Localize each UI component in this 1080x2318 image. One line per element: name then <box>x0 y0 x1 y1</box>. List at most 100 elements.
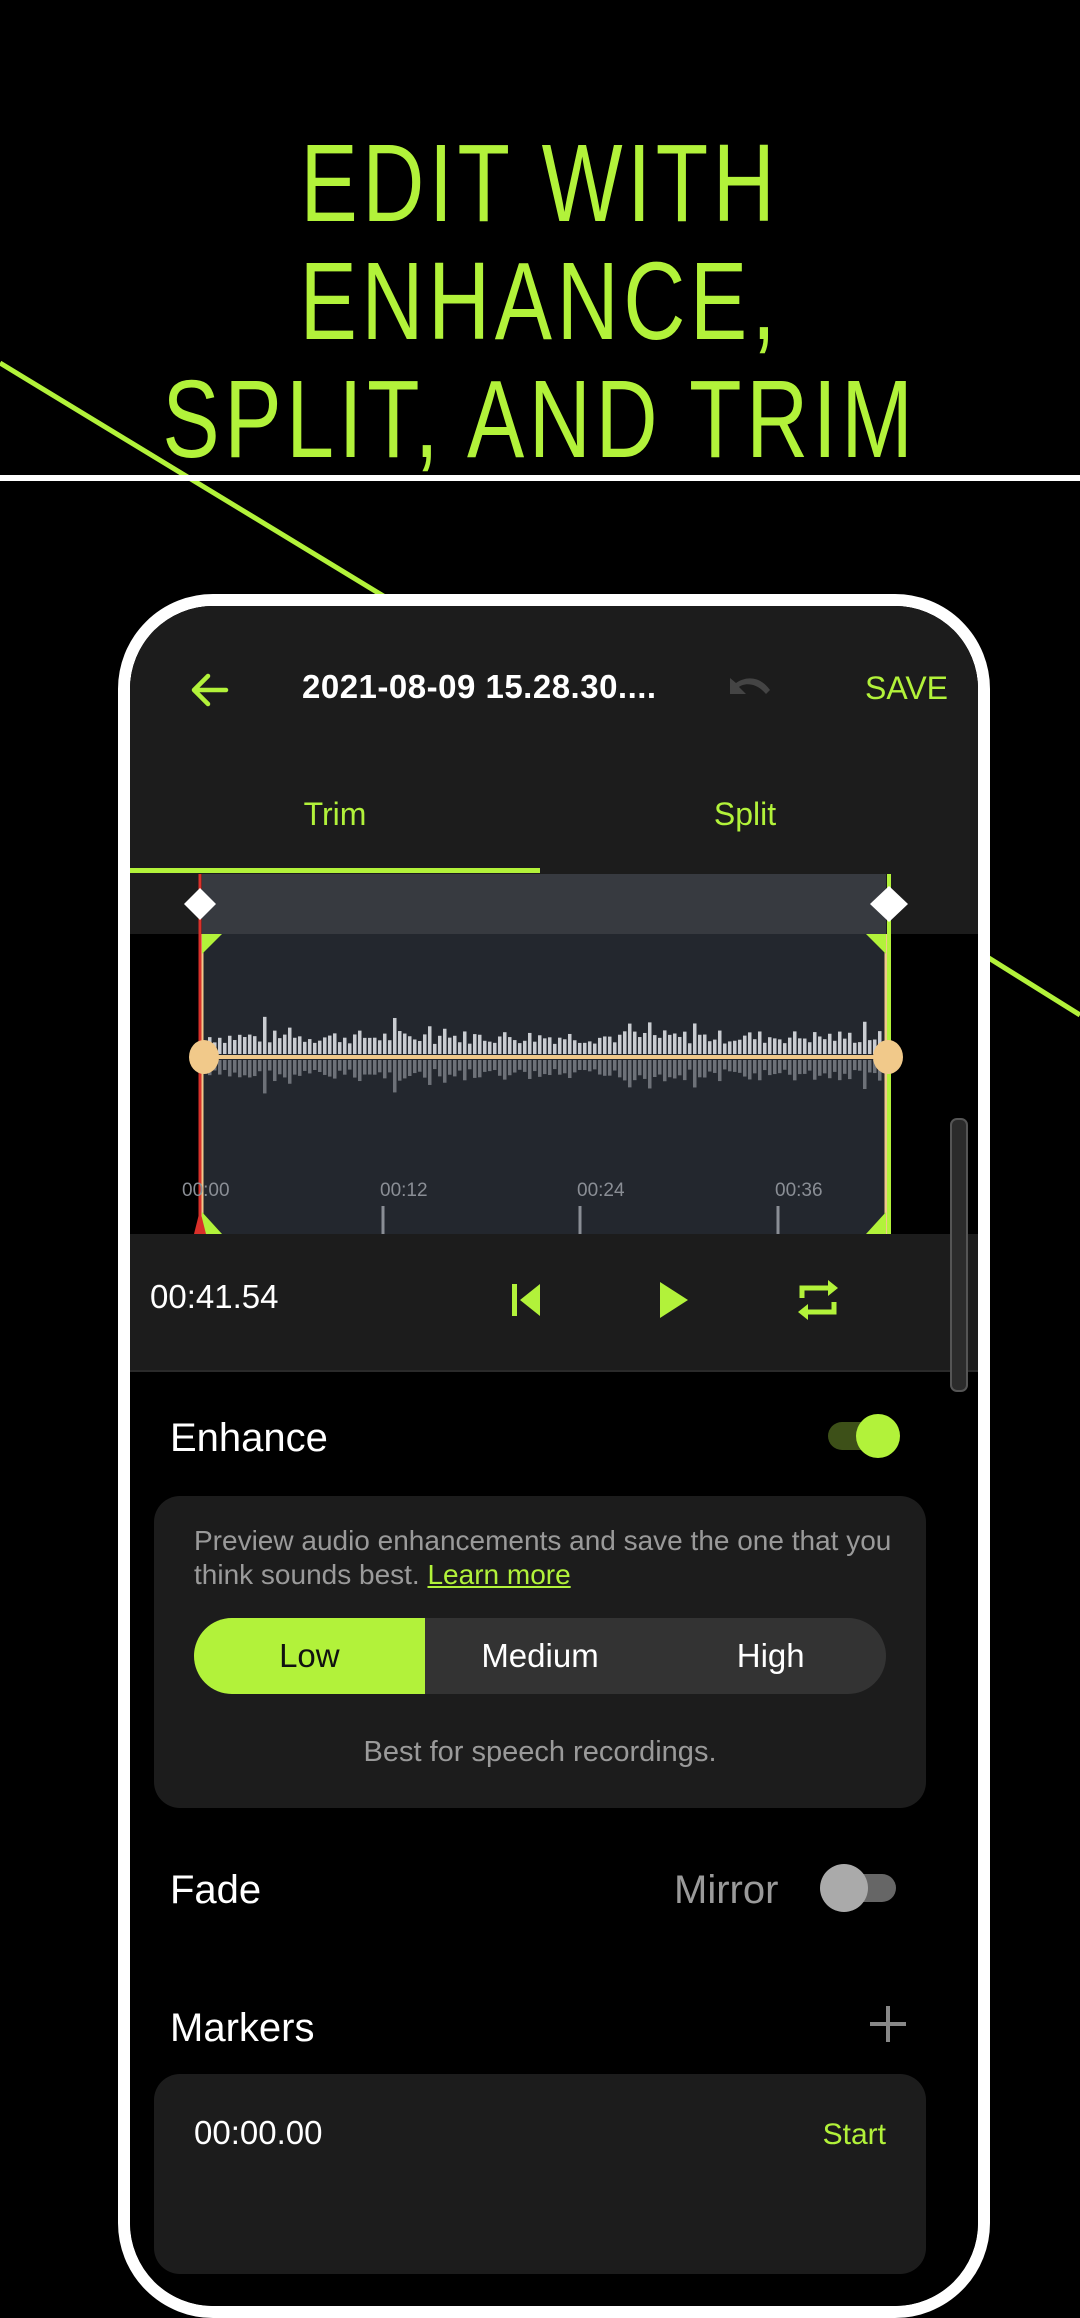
waveform-bar <box>663 1030 667 1054</box>
waveform-bar <box>353 1034 357 1054</box>
play-icon[interactable] <box>644 1272 700 1328</box>
skip-previous-icon[interactable] <box>500 1272 556 1328</box>
waveform-bar <box>748 1032 752 1054</box>
waveform-bar <box>548 1037 552 1054</box>
waveform-bar-mirror <box>263 1060 267 1094</box>
waveform-bar <box>658 1037 662 1054</box>
waveform-editor[interactable]: 00:00 00:12 00:24 00:36 <box>130 874 978 1234</box>
waveform-bar <box>513 1040 517 1054</box>
plus-icon[interactable] <box>866 2002 910 2046</box>
waveform-bar-mirror <box>638 1060 642 1076</box>
waveform-bar <box>243 1037 247 1054</box>
waveform-bar-mirror <box>698 1060 702 1078</box>
waveform-bar <box>373 1037 377 1054</box>
waveform-bar <box>653 1035 657 1054</box>
waveform-bar-mirror <box>563 1060 567 1074</box>
waveform-bar-mirror <box>528 1060 532 1079</box>
waveform-bar <box>778 1039 782 1054</box>
waveform-bar-mirror <box>588 1060 592 1072</box>
waveform-bar <box>858 1042 862 1054</box>
waveform-bar <box>358 1030 362 1054</box>
waveform-bar <box>558 1037 562 1054</box>
waveform-bar <box>273 1030 277 1054</box>
waveform-bar <box>233 1040 237 1054</box>
waveform-bar-mirror <box>308 1060 312 1074</box>
mirror-toggle[interactable] <box>818 1862 900 1914</box>
waveform-bar-mirror <box>498 1060 502 1076</box>
waveform-bar-mirror <box>483 1060 487 1072</box>
waveform-bar-mirror <box>628 1060 632 1088</box>
waveform-bar-mirror <box>383 1060 387 1079</box>
waveform-bar <box>368 1037 372 1054</box>
waveform-bar-mirror <box>673 1060 677 1079</box>
enhance-toggle[interactable] <box>826 1412 902 1460</box>
waveform-bar-mirror <box>363 1060 367 1075</box>
level-high[interactable]: High <box>655 1618 886 1694</box>
waveform-bar <box>493 1042 497 1054</box>
waveform-bar-mirror <box>348 1060 352 1070</box>
waveform-bar-mirror <box>683 1060 687 1081</box>
waveform-bar-mirror <box>583 1060 587 1071</box>
waveform-bar <box>283 1034 287 1054</box>
repeat-icon[interactable] <box>790 1272 846 1328</box>
waveform-bar <box>253 1036 257 1054</box>
waveform-bar <box>348 1043 352 1054</box>
undo-icon[interactable] <box>724 668 776 712</box>
tab-split[interactable]: Split <box>540 796 950 833</box>
waveform-bar-mirror <box>238 1060 242 1078</box>
waveform-bar <box>263 1016 267 1054</box>
waveform-bar-mirror <box>663 1060 667 1082</box>
waveform-bar-mirror <box>668 1060 672 1078</box>
waveform-bar <box>433 1043 437 1054</box>
waveform-bar-mirror <box>223 1060 227 1070</box>
waveform-bar <box>768 1037 772 1054</box>
waveform-bar-mirror <box>453 1060 457 1077</box>
level-medium[interactable]: Medium <box>425 1618 656 1694</box>
waveform-bar <box>823 1039 827 1054</box>
arrow-left-icon[interactable] <box>186 666 234 714</box>
waveform-bar <box>743 1035 747 1054</box>
waveform-bar <box>313 1042 317 1054</box>
waveform-bar <box>813 1032 817 1054</box>
waveform-bar <box>238 1034 242 1054</box>
waveform-bar <box>453 1035 457 1054</box>
waveform-bar-mirror <box>768 1060 772 1076</box>
waveform-bar-mirror <box>418 1060 422 1072</box>
waveform-bar-mirror <box>608 1060 612 1076</box>
waveform-bar <box>378 1040 382 1054</box>
tab-trim[interactable]: Trim <box>130 796 540 833</box>
waveform-bar <box>343 1037 347 1054</box>
waveform-bar-mirror <box>738 1060 742 1073</box>
waveform-bar <box>828 1033 832 1054</box>
waveform-bar-mirror <box>428 1060 432 1085</box>
waveform-bar <box>753 1039 757 1054</box>
level-low[interactable]: Low <box>194 1618 425 1694</box>
waveform-bar-mirror <box>328 1060 332 1077</box>
waveform-bar <box>728 1041 732 1054</box>
save-button[interactable]: SAVE <box>865 670 948 707</box>
waveform-bar <box>383 1033 387 1054</box>
waveform-bar-mirror <box>808 1060 812 1071</box>
learn-more-link[interactable]: Learn more <box>427 1559 570 1590</box>
level-description: Best for speech recordings. <box>363 1736 717 1768</box>
scrollbar[interactable] <box>950 1118 968 1392</box>
waveform-bar <box>423 1034 427 1054</box>
waveform-bar <box>543 1038 547 1054</box>
waveform-bar <box>293 1037 297 1054</box>
marker-name: Start <box>822 2118 886 2151</box>
waveform-bar <box>333 1033 337 1054</box>
waveform-bar-mirror <box>793 1060 797 1081</box>
marker-item[interactable]: 00:00.00 Start <box>154 2074 926 2274</box>
waveform-bar-mirror <box>568 1060 572 1079</box>
waveform-bar <box>483 1040 487 1054</box>
waveform-bar <box>318 1040 322 1054</box>
waveform-bar <box>488 1041 492 1054</box>
waveform-bar-mirror <box>598 1060 602 1075</box>
waveform-bar <box>808 1042 812 1054</box>
waveform-bar-mirror <box>748 1060 752 1080</box>
waveform-bar-mirror <box>518 1060 522 1070</box>
waveform-bar-mirror <box>813 1060 817 1080</box>
editor-screen: 2021-08-09 15.28.30.... SAVE Trim Split … <box>130 606 978 2306</box>
waveform-bar <box>783 1043 787 1054</box>
waveform-bar <box>448 1037 452 1054</box>
